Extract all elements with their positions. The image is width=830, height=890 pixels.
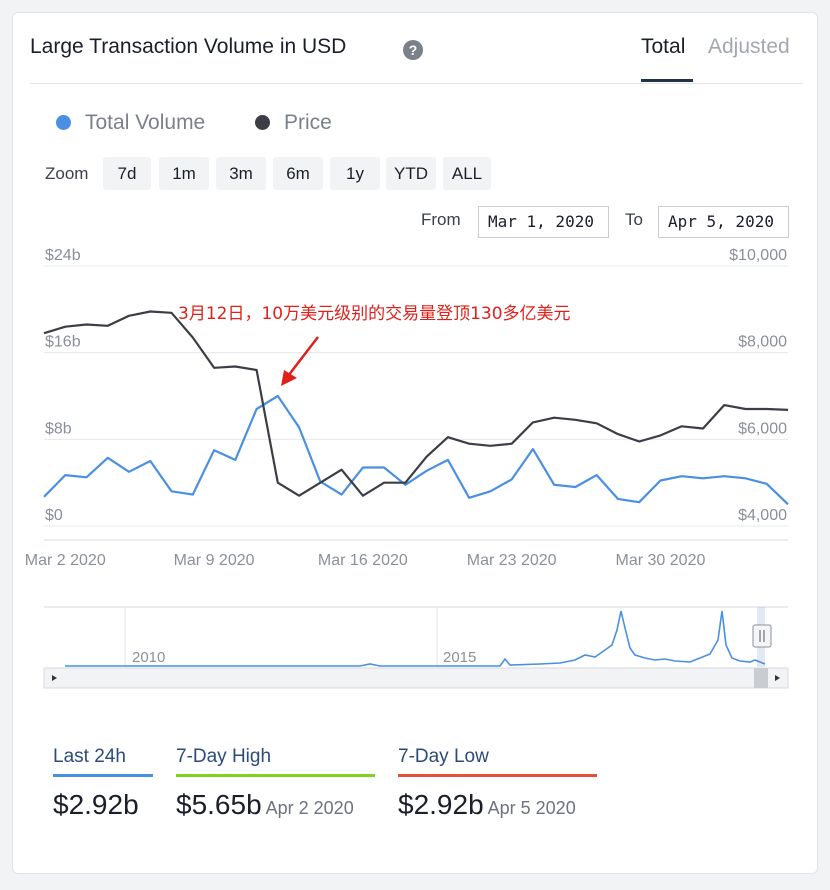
- x-tick-label: Mar 2 2020: [25, 552, 106, 569]
- x-tick-label: Mar 23 2020: [467, 552, 557, 569]
- stat-underline: [53, 774, 153, 777]
- annotation-text: 3月12日，10万美元级别的交易量登顶130多亿美元: [178, 304, 571, 324]
- navigator-scrollbar-thumb: [754, 668, 768, 688]
- y-tick-label-right: $4,000: [738, 507, 787, 524]
- stat-label: 7-Day Low: [398, 746, 489, 767]
- y-tick-label-right: $6,000: [738, 420, 787, 437]
- stat-underline: [398, 774, 597, 777]
- x-tick-label: Mar 16 2020: [318, 552, 408, 569]
- stat-underline: [176, 774, 375, 777]
- navigator-handle-icon: [752, 624, 772, 648]
- y-tick-label-left: $24b: [45, 247, 81, 264]
- stat-value: $5.65b Apr 2 2020: [176, 789, 354, 820]
- series-line-total-volume: [43, 394, 789, 506]
- stat-7day-high: 7-Day High $5.65b Apr 2 2020: [176, 746, 375, 821]
- y-tick-label-left: $8b: [45, 420, 72, 437]
- annotation-arrow-head-icon: [281, 370, 297, 386]
- navigator-tick-label: 2015: [443, 649, 476, 666]
- stat-date: Apr 2 2020: [265, 798, 354, 818]
- navigator-series-line: [65, 610, 766, 667]
- stat-label: 7-Day High: [176, 746, 272, 767]
- y-tick-label-right: $8,000: [738, 334, 787, 351]
- stat-label: Last 24h: [53, 746, 126, 767]
- stat-value: $2.92b Apr 5 2020: [398, 789, 576, 820]
- stat-7day-low: 7-Day Low $2.92b Apr 5 2020: [398, 746, 597, 821]
- stat-value: $2.92b: [53, 789, 139, 820]
- x-tick-label: Mar 30 2020: [616, 552, 706, 569]
- stat-date: Apr 5 2020: [487, 798, 576, 818]
- stat-last-24h: Last 24h $2.92b: [53, 746, 153, 821]
- annotation-arrow-shaft: [287, 336, 319, 377]
- x-tick-label: Mar 9 2020: [174, 552, 255, 569]
- navigator-tick-label: 2010: [132, 649, 165, 666]
- y-tick-label-left: $16b: [45, 334, 81, 351]
- y-tick-label-right: $10,000: [729, 247, 787, 264]
- main-chart[interactable]: $0$8b$16b$24b $4,000$6,000$8,000$10,000 …: [0, 0, 830, 700]
- navigator-scrollbar-track: [43, 667, 789, 689]
- y-tick-label-left: $0: [45, 507, 63, 524]
